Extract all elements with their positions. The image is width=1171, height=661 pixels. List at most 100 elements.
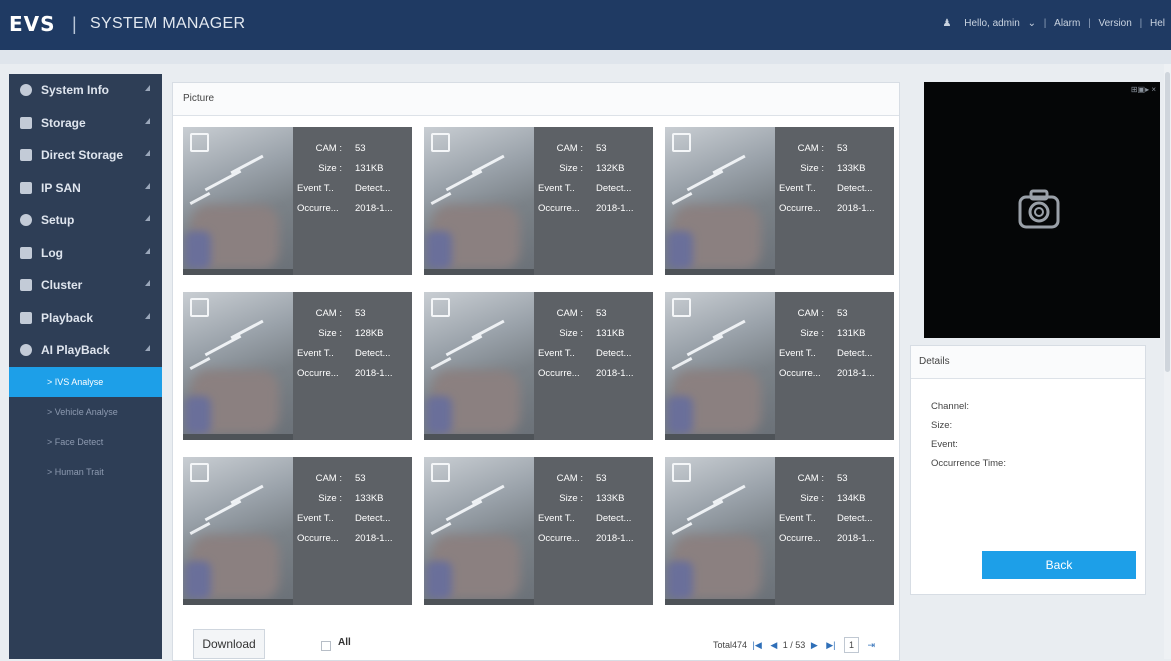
prev-page-icon[interactable]: ◀ — [770, 640, 777, 650]
sidebar-item-direct-storage[interactable]: Direct Storage — [9, 139, 162, 172]
card-info: CAM : 53 Size : 131KB Event T.. Detect... Occu… — [775, 304, 894, 384]
download-button[interactable]: Download — [193, 629, 265, 659]
page-input[interactable]: 1 — [844, 637, 860, 653]
card-select-checkbox[interactable] — [672, 463, 691, 482]
road-stripe — [712, 154, 746, 175]
cam-value: 53 — [596, 308, 607, 319]
picture-card[interactable]: CAM : 53 Size : 134KB Event T.. Detect... Occu… — [665, 457, 894, 605]
picture-card[interactable]: CAM : 53 Size : 132KB Event T.. Detect... Occu… — [424, 127, 653, 275]
blurred-subject — [185, 561, 211, 599]
picture-card[interactable]: CAM : 53 Size : 133KB Event T.. Detect... Occu… — [424, 457, 653, 605]
preview-toolbar[interactable]: ⊞▣▸ × — [1131, 85, 1156, 94]
camera-icon — [1018, 189, 1060, 229]
sidebar-subitem-human-trait[interactable]: > Human Trait — [9, 457, 162, 487]
card-select-checkbox[interactable] — [190, 133, 209, 152]
first-page-icon[interactable]: |◀ — [753, 640, 762, 650]
sidebar-subitem-face-detect[interactable]: > Face Detect — [9, 427, 162, 457]
time-label: Occurre... — [538, 203, 580, 214]
thumbnail-caption-strip — [424, 269, 534, 275]
event-label: Event T.. — [538, 348, 575, 359]
time-label: Occurre... — [538, 368, 580, 379]
panel-footer: Download All Total474 |◀ ◀ 1 / 53 ▶ ▶| 1… — [173, 621, 899, 660]
sidebar-item-setup[interactable]: Setup — [9, 204, 162, 237]
road-stripe — [445, 334, 483, 357]
cam-label: CAM : — [797, 308, 824, 319]
road-stripe — [686, 169, 724, 192]
sidebar-item-storage[interactable]: Storage — [9, 107, 162, 140]
event-label: Event T.. — [297, 183, 334, 194]
cam-label: CAM : — [556, 308, 583, 319]
gear-icon — [20, 214, 32, 226]
card-select-checkbox[interactable] — [431, 133, 450, 152]
size-value: 133KB — [837, 163, 866, 174]
user-menu[interactable]: Hello, admin ⌄ — [959, 18, 1036, 29]
scrollbar-thumb[interactable] — [1165, 72, 1170, 372]
expand-arrow-icon — [145, 215, 150, 221]
cam-value: 53 — [596, 473, 607, 484]
expand-arrow-icon — [145, 85, 150, 91]
header-link-separator: | — [1088, 18, 1091, 29]
cluster-icon — [20, 279, 32, 291]
road-stripe — [430, 192, 452, 205]
time-label: Occurre... — [297, 368, 339, 379]
expand-arrow-icon — [145, 182, 150, 189]
time-label: Occurre... — [779, 368, 821, 379]
sidebar-item-ai-playback[interactable]: AI PlayBack — [9, 334, 162, 367]
size-label: Size : — [318, 493, 342, 504]
road-stripe — [471, 154, 505, 175]
picture-card[interactable]: CAM : 53 Size : 131KB Event T.. Detect... Occu… — [665, 292, 894, 440]
sidebar-item-log[interactable]: Log — [9, 237, 162, 270]
event-value: Detect... — [837, 183, 873, 194]
select-all-checkbox[interactable] — [321, 641, 331, 651]
time-value: 2018-1... — [596, 533, 634, 544]
time-value: 2018-1... — [837, 533, 875, 544]
help-link[interactable]: Hel — [1150, 18, 1165, 29]
version-link[interactable]: Version — [1098, 18, 1131, 29]
sidebar-subitem-ivs-analyse[interactable]: > IVS Analyse — [9, 366, 162, 397]
ip-san-icon — [20, 181, 32, 194]
event-label: Event T.. — [779, 183, 816, 194]
snapshot-thumbnail — [424, 292, 534, 440]
page-scrollbar[interactable] — [1164, 64, 1171, 659]
panel-title: Picture — [173, 83, 899, 116]
thumbnail-caption-strip — [665, 434, 775, 440]
sidebar-item-cluster[interactable]: Cluster — [9, 269, 162, 302]
alarm-link[interactable]: Alarm — [1054, 18, 1080, 29]
expand-arrow-icon — [145, 280, 150, 286]
event-label: Event T.. — [297, 348, 334, 359]
card-select-checkbox[interactable] — [431, 298, 450, 317]
card-select-checkbox[interactable] — [190, 298, 209, 317]
picture-card[interactable]: CAM : 53 Size : 131KB Event T.. Detect... Occu… — [424, 292, 653, 440]
size-value: 133KB — [596, 493, 625, 504]
road-stripe — [686, 499, 724, 522]
picture-card[interactable]: CAM : 53 Size : 133KB Event T.. Detect... Occu… — [183, 457, 412, 605]
road-stripe — [204, 169, 242, 192]
sidebar-subitem-vehicle-analyse[interactable]: > Vehicle Analyse — [9, 397, 162, 427]
card-select-checkbox[interactable] — [672, 298, 691, 317]
storage-icon — [20, 116, 32, 129]
picture-card[interactable]: CAM : 53 Size : 133KB Event T.. Detect... Occu… — [665, 127, 894, 275]
thumbnail-caption-strip — [183, 269, 293, 275]
blurred-subject — [426, 231, 452, 269]
snapshot-thumbnail — [665, 292, 775, 440]
picture-card[interactable]: CAM : 53 Size : 128KB Event T.. Detect... Occu… — [183, 292, 412, 440]
road-stripe — [712, 319, 746, 340]
blurred-subject — [185, 231, 211, 269]
sidebar-item-playback[interactable]: Playback — [9, 302, 162, 335]
header-band — [0, 50, 1171, 64]
card-select-checkbox[interactable] — [190, 463, 209, 482]
sidebar-item-ip-san[interactable]: IP SAN — [9, 172, 162, 205]
picture-card[interactable]: CAM : 53 Size : 131KB Event T.. Detect... Occu… — [183, 127, 412, 275]
sidebar-item-system-info[interactable]: System Info — [9, 74, 162, 107]
back-button[interactable]: Back — [982, 551, 1136, 579]
pagination: Total474 |◀ ◀ 1 / 53 ▶ ▶| 1 ⇥ — [713, 637, 878, 653]
snapshot-thumbnail — [424, 127, 534, 275]
card-select-checkbox[interactable] — [672, 133, 691, 152]
card-info: CAM : 53 Size : 132KB Event T.. Detect... Occu… — [534, 139, 653, 219]
card-select-checkbox[interactable] — [431, 463, 450, 482]
next-page-icon[interactable]: ▶ — [811, 640, 818, 650]
go-page-icon[interactable]: ⇥ — [868, 640, 876, 650]
last-page-icon[interactable]: ▶| — [826, 640, 835, 650]
preview-window: ⊞▣▸ × — [924, 82, 1160, 338]
road-stripe — [671, 357, 693, 370]
